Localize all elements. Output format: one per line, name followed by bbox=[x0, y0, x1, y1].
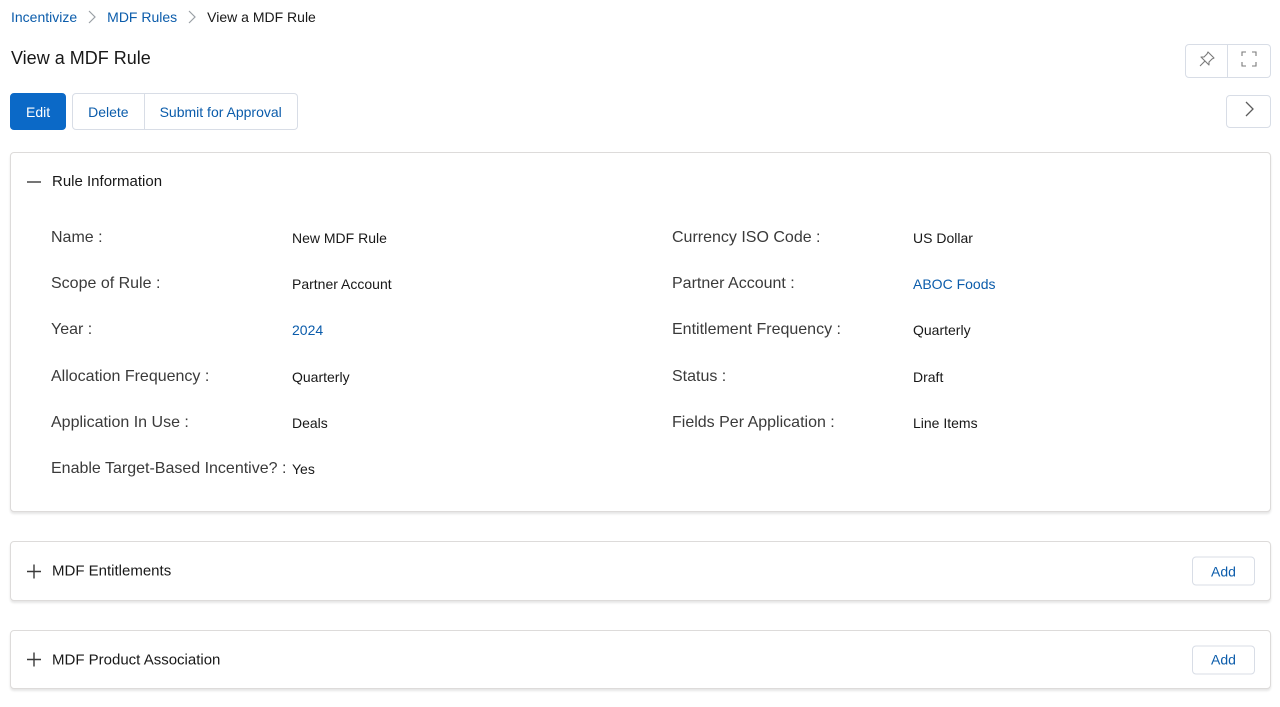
action-button-group: Delete Submit for Approval bbox=[72, 93, 298, 130]
breadcrumb-current: View a MDF Rule bbox=[207, 9, 316, 25]
field-label: Name : bbox=[51, 229, 103, 246]
page-title: View a MDF Rule bbox=[11, 48, 151, 68]
field-label: Partner Account : bbox=[672, 275, 795, 292]
action-bar: Edit Delete Submit for Approval bbox=[10, 93, 298, 130]
mdf-entitlements-header[interactable]: MDF Entitlements bbox=[27, 563, 171, 580]
field-scope: Scope of Rule : bbox=[51, 273, 160, 295]
rule-information-card: Rule Information Name : New MDF Rule Sco… bbox=[10, 152, 1271, 512]
field-value: Partner Account bbox=[292, 276, 392, 292]
delete-button[interactable]: Delete bbox=[72, 93, 145, 130]
add-entitlement-button[interactable]: Add bbox=[1192, 556, 1255, 586]
field-application-in-use: Application In Use : bbox=[51, 412, 189, 434]
field-year: Year : bbox=[51, 319, 92, 341]
field-label: Currency ISO Code : bbox=[672, 229, 821, 246]
page-tools bbox=[1185, 44, 1271, 78]
fullscreen-icon bbox=[1240, 50, 1258, 73]
mdf-product-association-header[interactable]: MDF Product Association bbox=[27, 651, 220, 668]
field-enable-target-based-incentive: Enable Target-Based Incentive? : bbox=[51, 458, 286, 480]
field-name: Name : bbox=[51, 227, 103, 249]
breadcrumb: Incentivize MDF Rules View a MDF Rule bbox=[11, 9, 316, 25]
submit-for-approval-button[interactable]: Submit for Approval bbox=[144, 93, 298, 130]
collapse-minus-icon bbox=[27, 175, 41, 189]
section-title: MDF Entitlements bbox=[52, 562, 172, 580]
section-title: Rule Information bbox=[52, 173, 163, 190]
field-label: Status : bbox=[672, 368, 727, 385]
field-value: Quarterly bbox=[292, 369, 350, 385]
field-label: Application In Use : bbox=[51, 414, 189, 431]
field-value: Draft bbox=[913, 369, 944, 385]
field-label: Scope of Rule : bbox=[51, 275, 161, 292]
breadcrumb-incentivize[interactable]: Incentivize bbox=[11, 9, 77, 25]
mdf-product-association-card: MDF Product Association Add bbox=[10, 630, 1271, 689]
pin-button[interactable] bbox=[1185, 44, 1228, 78]
field-label: Year : bbox=[51, 321, 93, 338]
add-product-association-button[interactable]: Add bbox=[1192, 645, 1255, 674]
field-entitlement-frequency: Entitlement Frequency : bbox=[672, 319, 841, 341]
fullscreen-button[interactable] bbox=[1228, 44, 1271, 78]
chevron-right-icon bbox=[177, 10, 207, 24]
partner-account-link[interactable]: ABOC Foods bbox=[913, 276, 995, 292]
chevron-right-icon bbox=[77, 10, 107, 24]
expand-plus-icon bbox=[27, 652, 41, 667]
mdf-entitlements-card: MDF Entitlements Add bbox=[10, 541, 1271, 601]
breadcrumb-mdf-rules[interactable]: MDF Rules bbox=[107, 9, 177, 25]
field-value: Yes bbox=[292, 461, 315, 477]
field-value: Line Items bbox=[913, 415, 978, 431]
field-partner-account: Partner Account : bbox=[672, 273, 795, 295]
field-value: US Dollar bbox=[913, 230, 973, 246]
section-title: MDF Product Association bbox=[52, 651, 221, 668]
field-label: Allocation Frequency : bbox=[51, 368, 210, 385]
field-value: Quarterly bbox=[913, 322, 971, 338]
field-allocation-frequency: Allocation Frequency : bbox=[51, 366, 209, 388]
field-value: Deals bbox=[292, 415, 328, 431]
chevron-right-icon bbox=[1243, 100, 1255, 123]
edit-button[interactable]: Edit bbox=[10, 93, 67, 130]
field-label: Enable Target-Based Incentive? : bbox=[51, 460, 287, 477]
field-status: Status : bbox=[672, 366, 726, 388]
field-value: New MDF Rule bbox=[292, 230, 387, 246]
rule-information-header[interactable]: Rule Information bbox=[27, 173, 162, 190]
field-label: Entitlement Frequency : bbox=[672, 321, 841, 338]
field-label: Fields Per Application : bbox=[672, 414, 835, 431]
field-fields-per-application: Fields Per Application : bbox=[672, 412, 835, 434]
next-record-button[interactable] bbox=[1226, 95, 1271, 128]
year-link[interactable]: 2024 bbox=[292, 322, 323, 338]
expand-plus-icon bbox=[27, 564, 41, 578]
pin-icon bbox=[1198, 50, 1216, 73]
field-currency-iso-code: Currency ISO Code : bbox=[672, 227, 821, 249]
